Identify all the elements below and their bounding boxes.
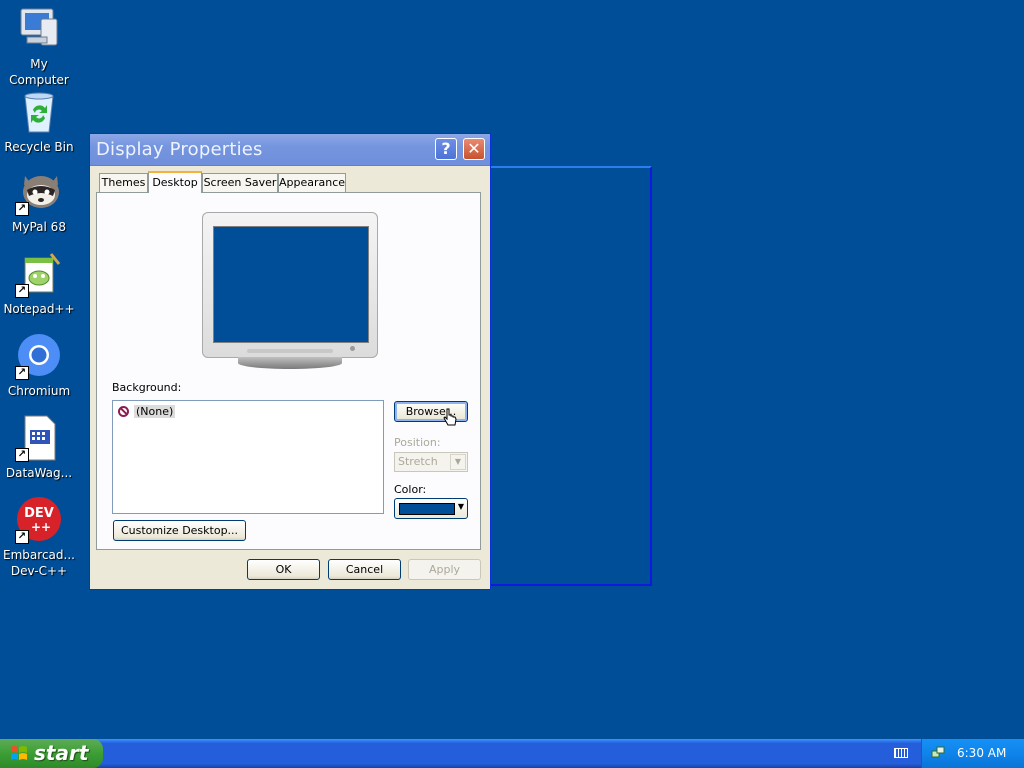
hand-cursor-icon xyxy=(443,408,457,426)
start-button[interactable]: start xyxy=(0,739,103,768)
desktop-icon-label: Dev-C++ xyxy=(10,564,68,578)
position-label: Position: xyxy=(394,436,441,449)
tab-themes[interactable]: Themes xyxy=(99,173,148,192)
desktop-icon-notepad-plus-plus[interactable]: ↗ Notepad++ xyxy=(0,250,78,317)
chromium-icon: ↗ xyxy=(15,332,63,380)
shortcut-arrow-icon: ↗ xyxy=(15,202,29,216)
desktop-icon-label: My xyxy=(30,57,48,71)
raccoon-icon: ↗ xyxy=(15,168,63,216)
monitor-bezel-slot xyxy=(247,349,333,353)
shortcut-arrow-icon: ↗ xyxy=(15,284,29,298)
desktop-icon-datawag[interactable]: ↗ DataWag... xyxy=(0,414,78,481)
cancel-button[interactable]: Cancel xyxy=(328,559,401,580)
desktop-icon-label: Computer xyxy=(9,73,69,87)
desktop-icon-label: Embarcad... xyxy=(3,548,75,562)
svg-text:DEV: DEV xyxy=(24,506,54,521)
dialog-title: Display Properties xyxy=(96,139,263,160)
help-button[interactable]: ? xyxy=(435,138,457,160)
apply-button[interactable]: Apply xyxy=(408,559,481,580)
keyboard-icon[interactable] xyxy=(894,748,908,758)
title-bar[interactable]: Display Properties ? ✕ xyxy=(90,134,490,166)
network-icon[interactable] xyxy=(931,745,945,759)
windows-logo-icon xyxy=(11,746,27,760)
taskbar: start xyxy=(0,739,1024,768)
shortcut-arrow-icon: ↗ xyxy=(15,366,29,380)
desktop-icon-label: Recycle Bin xyxy=(4,140,74,154)
clock[interactable]: 6:30 AM xyxy=(957,746,1006,760)
background-label: Background: xyxy=(112,381,182,394)
dev-cpp-icon: DEV ++ ↗ xyxy=(15,496,63,544)
color-label: Color: xyxy=(394,483,427,496)
svg-text:++: ++ xyxy=(31,520,51,534)
tab-screen-saver[interactable]: Screen Saver xyxy=(202,173,278,192)
position-select[interactable]: Stretch ▼ xyxy=(394,452,468,472)
chevron-down-icon: ▼ xyxy=(457,502,464,511)
chevron-down-icon: ▼ xyxy=(450,454,466,470)
background-list[interactable]: (None) xyxy=(112,400,384,514)
close-button[interactable]: ✕ xyxy=(463,138,485,160)
monitor-stand xyxy=(238,357,342,369)
desktop-icon-my-computer[interactable]: My Computer xyxy=(0,5,78,88)
preview-screen xyxy=(213,226,369,343)
start-label: start xyxy=(34,741,89,765)
desktop-icon-label: Chromium xyxy=(7,384,71,398)
tab-desktop[interactable]: Desktop xyxy=(148,171,202,193)
monitor-preview xyxy=(202,212,378,358)
ok-button[interactable]: OK xyxy=(247,559,320,580)
none-icon xyxy=(118,406,129,417)
notepad-plus-plus-icon: ↗ xyxy=(15,250,63,298)
desktop-icon-chromium[interactable]: ↗ Chromium xyxy=(0,332,78,399)
color-swatch xyxy=(399,503,455,515)
monitor-power-led xyxy=(350,346,355,351)
position-value: Stretch xyxy=(398,455,438,468)
computer-icon xyxy=(15,5,63,53)
desktop-icon-label: MyPal 68 xyxy=(12,220,66,234)
list-item-label: (None) xyxy=(134,405,176,418)
shortcut-arrow-icon: ↗ xyxy=(15,448,29,462)
desktop-icon-dev-cpp[interactable]: DEV ++ ↗ Embarcad... Dev-C++ xyxy=(0,496,78,579)
customize-desktop-button[interactable]: Customize Desktop... xyxy=(113,520,246,541)
desktop-icon-label: Notepad++ xyxy=(3,302,75,316)
datawag-icon: ↗ xyxy=(15,414,63,462)
tab-appearance[interactable]: Appearance xyxy=(278,173,346,192)
recycle-bin-icon xyxy=(15,88,63,136)
list-item[interactable]: (None) xyxy=(118,404,176,419)
desktop-icon-recycle-bin[interactable]: Recycle Bin xyxy=(0,88,78,155)
color-picker-button[interactable]: ▼ xyxy=(394,498,468,519)
desktop-icon-label: DataWag... xyxy=(5,466,73,480)
shortcut-arrow-icon: ↗ xyxy=(15,530,29,544)
desktop-icon-mypal[interactable]: ↗ MyPal 68 xyxy=(0,168,78,235)
